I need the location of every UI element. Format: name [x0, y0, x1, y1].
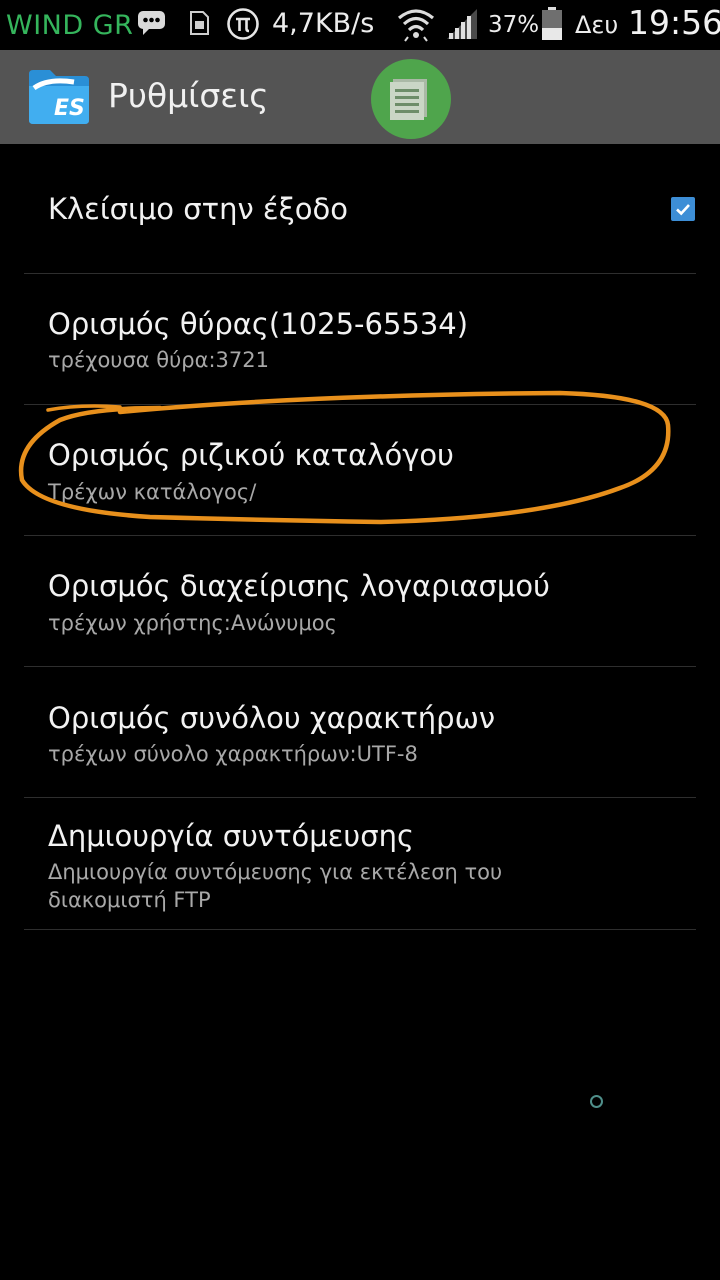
setting-title: Δημιουργία συντόμευσης: [48, 819, 414, 853]
network-speed: 4,7KB/s: [272, 8, 375, 39]
setting-title: Κλείσιμο στην έξοδο: [48, 192, 348, 226]
settings-list: Κλείσιμο στην έξοδο Ορισμός θύρας(1025-6…: [0, 144, 720, 930]
carrier-name: WIND GR: [6, 10, 134, 41]
setting-title: Ορισμός διαχείρισης λογαριασμού: [48, 569, 550, 603]
document-list-icon: [390, 79, 427, 120]
setting-charset[interactable]: Ορισμός συνόλου χαρακτήρων τρέχων σύνολο…: [24, 667, 696, 798]
wifi-icon: [397, 6, 435, 46]
battery-percent: 37%: [488, 12, 540, 38]
setting-title: Ορισμός ριζικού καταλόγου: [48, 438, 454, 472]
signal-icon: [445, 8, 479, 44]
action-bar: ES Ρυθμίσεις: [0, 50, 720, 144]
day-label: Δευ: [575, 11, 619, 39]
document-list-button[interactable]: [371, 59, 451, 139]
page-title: Ρυθμίσεις: [108, 76, 269, 115]
setting-title: Ορισμός θύρας(1025-65534): [48, 307, 469, 341]
setting-root-directory[interactable]: Ορισμός ριζικού καταλόγου Τρέχων κατάλογ…: [24, 405, 696, 536]
setting-summary: Δημιουργία συντόμευσης για εκτέλεση του …: [48, 860, 503, 912]
setting-summary: Τρέχων κατάλογος/: [48, 480, 257, 504]
svg-text:ES: ES: [54, 96, 85, 121]
setting-title: Ορισμός συνόλου χαρακτήρων: [48, 701, 496, 735]
battery-icon: [541, 7, 563, 45]
sim-icon: [188, 10, 210, 40]
pi-icon: [226, 7, 260, 45]
close-on-exit-checkbox[interactable]: [671, 197, 695, 221]
setting-close-on-exit[interactable]: Κλείσιμο στην έξοδο: [24, 144, 696, 274]
setting-port[interactable]: Ορισμός θύρας(1025-65534) τρέχουσα θύρα:…: [24, 274, 696, 405]
clock: 19:56: [628, 3, 720, 42]
status-bar: WIND GR 4,7KB/s 37% Δευ 19:56: [0, 0, 720, 50]
es-file-explorer-logo-icon[interactable]: ES: [26, 66, 92, 126]
setting-summary: τρέχων χρήστης:Ανώνυμος: [48, 611, 337, 635]
setting-summary: τρέχουσα θύρα:3721: [48, 348, 269, 372]
setting-account-management[interactable]: Ορισμός διαχείρισης λογαριασμού τρέχων χ…: [24, 536, 696, 667]
chat-icon: [137, 8, 167, 40]
setting-summary: τρέχων σύνολο χαρακτήρων:UTF-8: [48, 742, 418, 766]
touch-indicator: [590, 1095, 603, 1108]
ftp-settings-screen: WIND GR 4,7KB/s 37% Δευ 19:56 ES Ρυθμίσε…: [0, 0, 720, 1280]
checkmark-icon: [676, 204, 690, 216]
setting-create-shortcut[interactable]: Δημιουργία συντόμευσης Δημιουργία συντόμ…: [24, 798, 696, 930]
